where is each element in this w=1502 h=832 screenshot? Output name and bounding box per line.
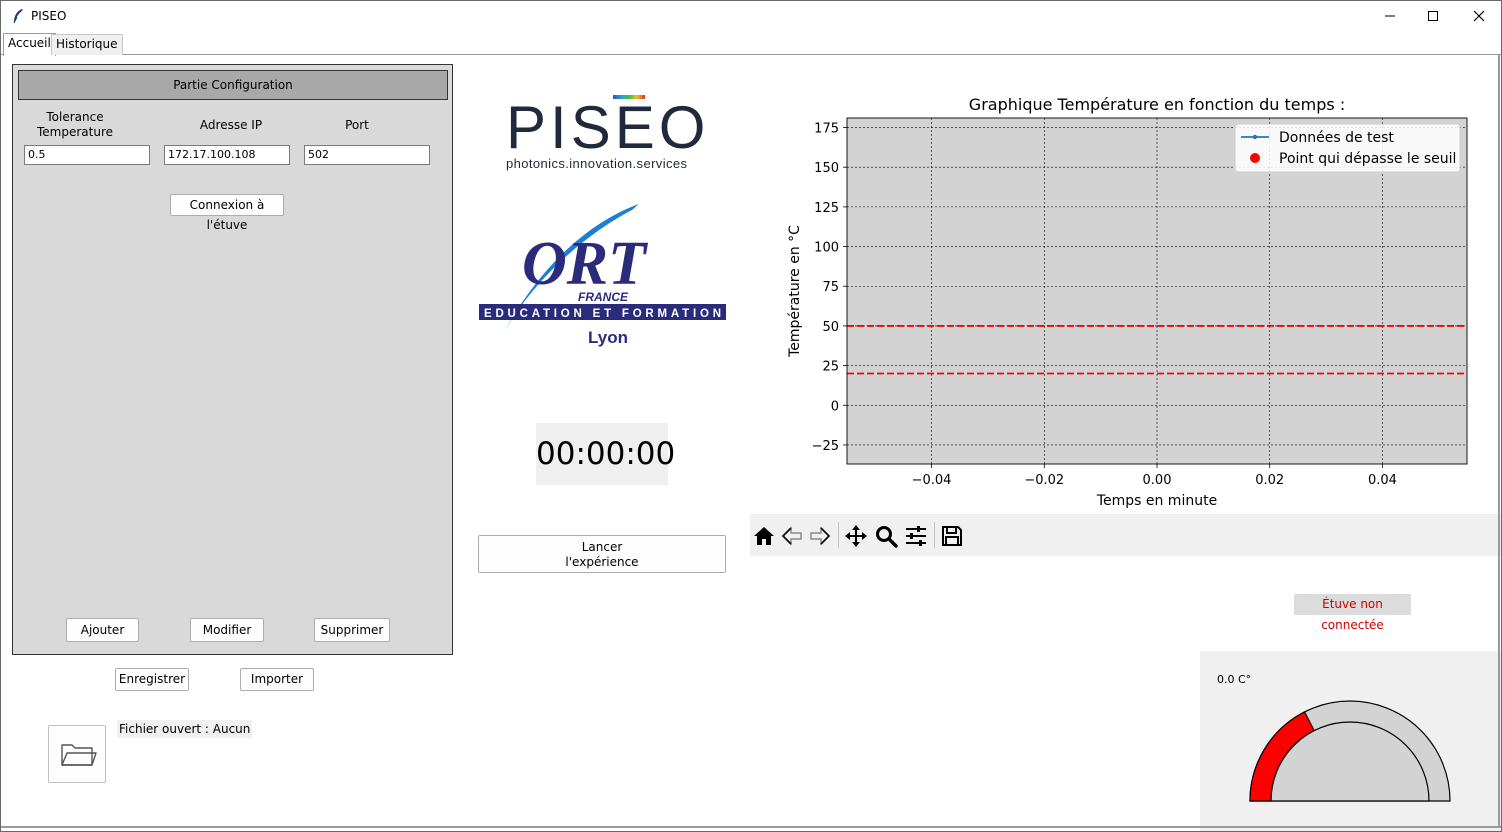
- piseo-logo: PISEO photonics.innovation.services: [476, 72, 728, 200]
- forward-icon[interactable]: [808, 524, 832, 548]
- open-file-button[interactable]: [48, 725, 106, 783]
- svg-text:FRANCE: FRANCE: [578, 290, 629, 304]
- ort-logo: ORT FRANCE EDUCATION ET FORMATION Lyon: [474, 200, 730, 352]
- ip-input[interactable]: 172.17.100.108: [164, 145, 290, 165]
- close-icon: [1473, 10, 1485, 22]
- y-tick-label: 25: [822, 360, 839, 375]
- minimize-icon: [1385, 15, 1395, 17]
- x-tick-label: −0.02: [1024, 473, 1064, 488]
- chart-title: Graphique Température en fonction du tem…: [969, 95, 1345, 114]
- x-tick-label: 0.00: [1143, 473, 1172, 488]
- config-header: Partie Configuration: [18, 70, 448, 100]
- y-tick-label: −25: [812, 439, 839, 454]
- port-label: Port: [345, 118, 369, 132]
- add-button[interactable]: Ajouter: [66, 618, 139, 642]
- opened-file-label: Fichier ouvert : Aucun: [117, 720, 253, 738]
- oven-status-label: Étuve non connectée: [1294, 594, 1411, 632]
- x-tick-label: 0.04: [1368, 473, 1397, 488]
- svg-text:ORT: ORT: [522, 230, 648, 298]
- x-tick-label: 0.02: [1255, 473, 1284, 488]
- tolerance-input[interactable]: 0.5: [24, 145, 150, 165]
- maximize-icon: [1428, 11, 1438, 21]
- back-icon[interactable]: [780, 524, 804, 548]
- save-icon[interactable]: [940, 524, 964, 548]
- tk-feather-icon: [13, 9, 23, 24]
- y-tick-label: 125: [814, 201, 839, 216]
- legend-label-test-data: Données de test: [1279, 130, 1394, 146]
- legend-label-threshold-points: Point qui dépasse le seuil: [1279, 151, 1456, 167]
- delete-button[interactable]: Supprimer: [314, 618, 390, 642]
- experiment-timer: 00:00:00: [536, 423, 675, 485]
- close-button[interactable]: [1456, 1, 1502, 31]
- pan-icon[interactable]: [844, 524, 868, 548]
- plot-toolbar: [750, 514, 1502, 556]
- tab-historique[interactable]: Historique: [51, 34, 123, 55]
- x-axis-label: Temps en minute: [1096, 493, 1217, 509]
- port-input[interactable]: 502: [304, 145, 430, 165]
- tab-accueil[interactable]: Accueil: [3, 33, 56, 56]
- y-axis-label: Température en °C: [787, 225, 803, 358]
- y-tick-label: 50: [822, 320, 839, 335]
- title-bar: PISEO: [0, 0, 1502, 31]
- modify-button[interactable]: Modifier: [190, 618, 264, 642]
- y-tick-label: 100: [814, 241, 839, 256]
- x-tick-label: −0.04: [912, 473, 952, 488]
- temperature-chart: −0.04 −0.02 0.00 0.02 0.04 −25 0 25 50 75 100 125 15…: [750, 88, 1502, 513]
- svg-text:PISEO: PISEO: [506, 94, 709, 161]
- gauge-dial: [1249, 700, 1451, 802]
- configure-subplots-icon[interactable]: [904, 524, 928, 548]
- y-tick-label: 75: [822, 280, 839, 295]
- home-icon[interactable]: [752, 524, 776, 548]
- minimize-button[interactable]: [1367, 1, 1413, 31]
- y-tick-label: 150: [814, 161, 839, 176]
- svg-text:photonics.innovation.services: photonics.innovation.services: [506, 156, 688, 171]
- launch-experiment-button[interactable]: Lancer l'expérience: [478, 535, 726, 573]
- temperature-gauge: 0.0 C°: [1200, 651, 1502, 832]
- maximize-button[interactable]: [1410, 1, 1456, 31]
- ip-label: Adresse IP: [199, 118, 263, 132]
- config-panel: Partie Configuration Tolerance Temperatu…: [12, 64, 453, 655]
- zoom-icon[interactable]: [874, 524, 898, 548]
- tolerance-label: Tolerance Temperature: [36, 110, 113, 139]
- folder-icon: [61, 744, 97, 766]
- save-button[interactable]: Enregistrer: [115, 668, 189, 691]
- tab-bar: Accueil Historique: [0, 31, 1502, 56]
- svg-text:Lyon: Lyon: [588, 328, 628, 347]
- import-button[interactable]: Importer: [240, 668, 314, 691]
- legend-threshold-marker: [1250, 153, 1260, 163]
- y-tick-label: 0: [831, 399, 839, 414]
- legend-point-marker: [1252, 134, 1258, 140]
- connect-oven-button[interactable]: Connexion à l'étuve: [170, 194, 284, 232]
- y-tick-label: 175: [814, 122, 839, 137]
- window-title: PISEO: [31, 9, 67, 23]
